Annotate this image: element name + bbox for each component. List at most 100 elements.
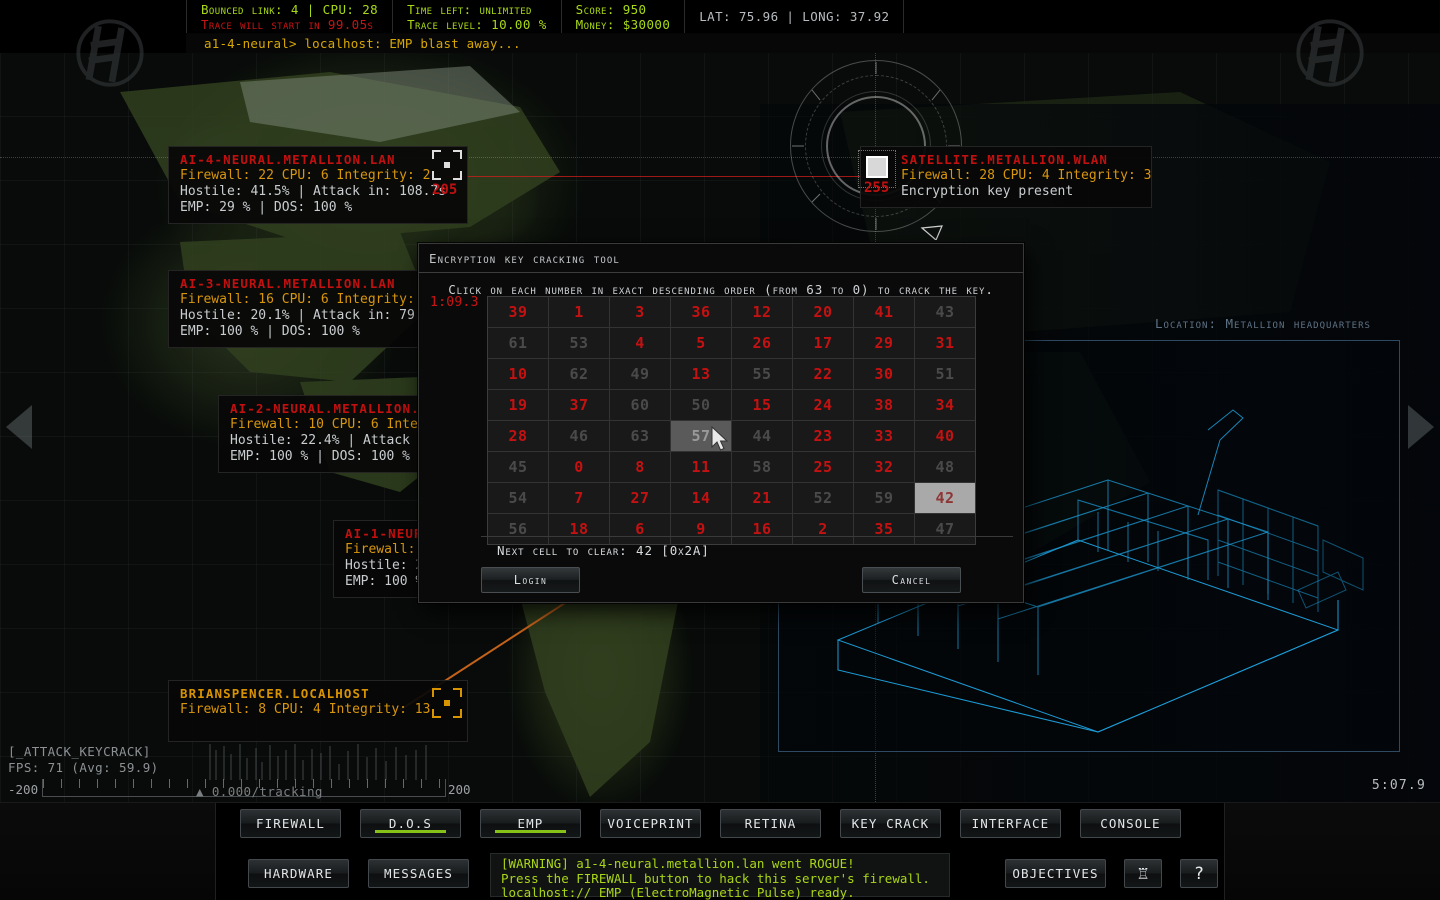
map-pan-left-arrow[interactable] — [6, 405, 32, 449]
key-cell[interactable]: 60 — [610, 390, 670, 420]
tool-button-interface[interactable]: INTERFACE — [960, 809, 1061, 838]
key-cell[interactable]: 32 — [854, 452, 914, 482]
key-cell[interactable]: 58 — [732, 452, 792, 482]
key-cell[interactable]: 51 — [915, 359, 975, 389]
key-cell[interactable]: 37 — [549, 390, 609, 420]
key-cell[interactable]: 14 — [671, 483, 731, 513]
node-panel-ai4[interactable]: AI-4-NEURAL.METALLION.LAN Firewall: 22 C… — [168, 146, 468, 224]
key-cell[interactable]: 55 — [732, 359, 792, 389]
key-cell[interactable]: 1 — [549, 297, 609, 327]
tool-button-console[interactable]: CONSOLE — [1080, 809, 1181, 838]
key-cell[interactable]: 25 — [793, 452, 853, 482]
key-cell[interactable]: 44 — [732, 421, 792, 451]
key-cell[interactable]: 50 — [671, 390, 731, 420]
key-cell[interactable]: 41 — [854, 297, 914, 327]
key-cell[interactable]: 47 — [915, 514, 975, 544]
node-title: AI-4-NEURAL.METALLION.LAN — [180, 152, 396, 167]
key-cell[interactable]: 9 — [671, 514, 731, 544]
message-log-box: [WARNING] a1-4-neural.metallion.lan went… — [490, 853, 950, 900]
key-cell[interactable]: 3 — [610, 297, 670, 327]
key-cell[interactable]: 42 — [915, 483, 975, 513]
key-cell[interactable]: 38 — [854, 390, 914, 420]
key-cell[interactable]: 5 — [671, 328, 731, 358]
key-cell[interactable]: 27 — [610, 483, 670, 513]
login-button[interactable]: Login — [481, 567, 580, 593]
tool-button-voiceprint[interactable]: VOICEPRINT — [600, 809, 701, 838]
key-cell[interactable]: 17 — [793, 328, 853, 358]
key-cell[interactable]: 53 — [549, 328, 609, 358]
map-pan-right-arrow[interactable] — [1408, 405, 1434, 449]
tool-button-hardware[interactable]: HARDWARE — [248, 859, 349, 888]
key-cell[interactable]: 12 — [732, 297, 792, 327]
tracking-label: ▲ 0.000/tracking — [196, 784, 323, 799]
key-cell[interactable]: 30 — [854, 359, 914, 389]
tool-button-key-crack[interactable]: KEY CRACK — [840, 809, 941, 838]
key-cell[interactable]: 20 — [793, 297, 853, 327]
key-cell[interactable]: 34 — [915, 390, 975, 420]
key-cell[interactable]: 43 — [915, 297, 975, 327]
key-cell[interactable]: 2 — [793, 514, 853, 544]
objectives-button[interactable]: OBJECTIVES — [1005, 859, 1106, 888]
key-cell[interactable]: 28 — [488, 421, 548, 451]
key-cell[interactable]: 7 — [549, 483, 609, 513]
key-cell[interactable]: 19 — [488, 390, 548, 420]
key-cell[interactable]: 54 — [488, 483, 548, 513]
key-cell[interactable]: 45 — [488, 452, 548, 482]
key-cell[interactable]: 6 — [610, 514, 670, 544]
key-cell[interactable]: 46 — [549, 421, 609, 451]
tool-button-d-o-s[interactable]: D.O.S — [360, 809, 461, 838]
key-cell[interactable]: 24 — [793, 390, 853, 420]
key-cell[interactable]: 15 — [732, 390, 792, 420]
mission-timer: 5:07.9 — [1371, 778, 1426, 793]
key-cell[interactable]: 40 — [915, 421, 975, 451]
dialog-separator — [481, 536, 1013, 537]
key-cell[interactable]: 23 — [793, 421, 853, 451]
key-cell[interactable]: 8 — [610, 452, 670, 482]
key-cell[interactable]: 56 — [488, 514, 548, 544]
bounced-link-text: Bounced link: 4 | CPU: 28 — [201, 1, 379, 17]
key-cell[interactable]: 16 — [732, 514, 792, 544]
key-cell[interactable]: 21 — [732, 483, 792, 513]
bottom-left-panel — [0, 803, 216, 900]
tool-button-emp[interactable]: EMP — [480, 809, 581, 838]
key-cell[interactable]: 29 — [854, 328, 914, 358]
cancel-button[interactable]: Cancel — [862, 567, 961, 593]
key-cell[interactable]: 22 — [793, 359, 853, 389]
key-cell[interactable]: 31 — [915, 328, 975, 358]
trophy-icon[interactable]: ♖ — [1124, 859, 1162, 888]
key-cell[interactable]: 10 — [488, 359, 548, 389]
objectives-group: OBJECTIVES ♖ ? — [1005, 859, 1218, 888]
node-panel-localhost[interactable]: BRIANSPENCER.LOCALHOST Firewall: 8 CPU: … — [168, 680, 468, 742]
message-line-status: localhost:// EMP (ElectroMagnetic Pulse)… — [501, 885, 855, 900]
key-cell[interactable]: 0 — [549, 452, 609, 482]
key-cell[interactable]: 13 — [671, 359, 731, 389]
status-segment-coords: LAT: 75.96 | LONG: 37.92 — [685, 0, 905, 33]
key-cell[interactable]: 4 — [610, 328, 670, 358]
key-cell[interactable]: 26 — [732, 328, 792, 358]
node-firewall-text: Firewall: 8 CPU: 4 Integrity: 13 — [180, 702, 431, 717]
help-icon[interactable]: ? — [1180, 859, 1218, 888]
key-cell[interactable]: 62 — [549, 359, 609, 389]
key-cell[interactable]: 11 — [671, 452, 731, 482]
encryption-key-dialog: Encryption key cracking tool Click on ea… — [418, 243, 1024, 603]
key-cell[interactable]: 61 — [488, 328, 548, 358]
tool-button-messages[interactable]: MESSAGES — [368, 859, 469, 888]
key-cell[interactable]: 63 — [610, 421, 670, 451]
node-panel-ai3[interactable]: AI-3-NEURAL.METALLION.LAN Firewall: 16 C… — [168, 270, 448, 348]
key-cell[interactable]: 48 — [915, 452, 975, 482]
tool-button-firewall[interactable]: FIREWALL — [240, 809, 341, 838]
fps-label: FPS: 71 (Avg: 59.9) — [8, 760, 159, 775]
key-cell[interactable]: 33 — [854, 421, 914, 451]
key-cell[interactable]: 52 — [793, 483, 853, 513]
key-cell[interactable]: 35 — [854, 514, 914, 544]
key-cell[interactable]: 36 — [671, 297, 731, 327]
key-cell[interactable]: 59 — [854, 483, 914, 513]
hacker-evolution-logo-left — [76, 19, 144, 87]
node-firewall-text: Firewall: 22 CPU: 6 Integrity: 2 — [180, 168, 431, 183]
key-cell[interactable]: 49 — [610, 359, 670, 389]
node-panel-satellite[interactable]: SATELLITE.METALLION.WLAN Firewall: 28 CP… — [860, 146, 1152, 208]
attack-mode-label: [_ATTACK_KEYCRACK] — [8, 744, 151, 759]
key-cell[interactable]: 18 — [549, 514, 609, 544]
tool-button-retina[interactable]: RETINA — [720, 809, 821, 838]
key-cell[interactable]: 39 — [488, 297, 548, 327]
